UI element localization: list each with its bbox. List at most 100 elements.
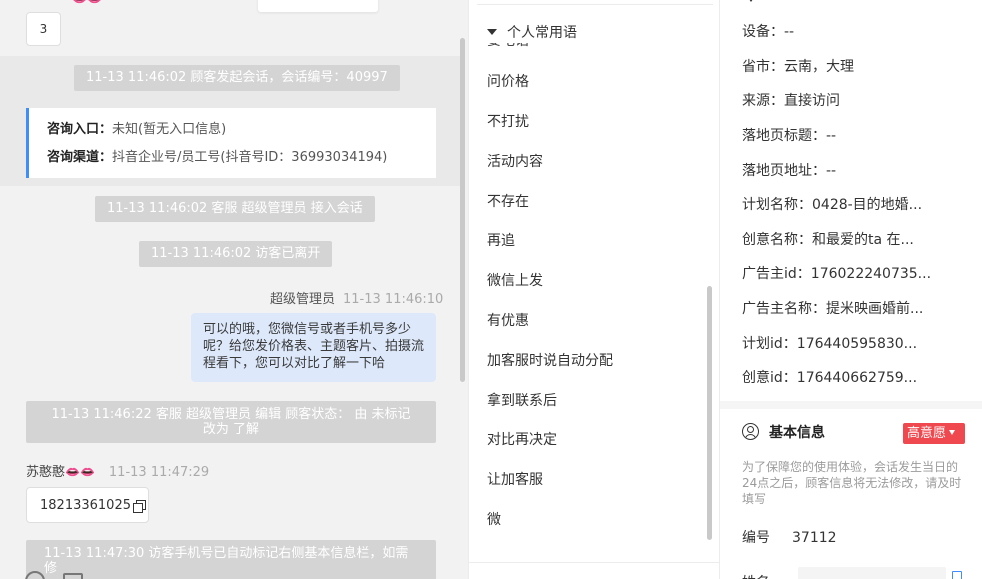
system-message-visitor-left: 11-13 11:46:02 访客已离开 (139, 241, 333, 267)
info-label: 创意id (742, 370, 783, 386)
info-row-device: 设备：-- (742, 22, 794, 42)
customer-id-row: 编号 37112 (742, 528, 837, 548)
visitor-message-meta: 苏憨憨👄👄 11-13 11:47:29 (26, 461, 209, 480)
visitor-message-time: 11-13 11:47:29 (108, 465, 210, 480)
edit-icon[interactable] (952, 571, 962, 579)
consult-entry-label: 咨询入口： (47, 122, 113, 137)
info-value: -- (826, 163, 837, 179)
system-message-agent-join: 11-13 11:46:02 客服 超级管理员 接入会话 (95, 196, 375, 222)
lips-emoji-top: 👄👄 (72, 0, 102, 6)
basic-info-title-text: 基本信息 (769, 425, 825, 441)
info-row-plan-name: 计划名称：0428-目的地婚... (742, 195, 922, 215)
info-label: 计划id (742, 336, 783, 352)
info-colon: ： (782, 370, 797, 386)
info-value: 云南，大理 (784, 59, 854, 75)
phrases-scrollbar[interactable] (707, 286, 712, 540)
info-colon: ： (770, 93, 784, 109)
image-icon[interactable] (63, 573, 83, 579)
agent-message-time: 11-13 11:46:10 (343, 292, 444, 307)
phrase-item[interactable]: 微 (487, 510, 501, 530)
phrase-item[interactable]: 问价格 (487, 72, 529, 92)
consult-entry-row: 咨询入口：未知(暂无入口信息) (47, 120, 418, 148)
info-value: 0428-目的地婚... (812, 197, 923, 213)
phrase-group-toggle[interactable]: 个人常用语 (487, 23, 583, 43)
section-divider (720, 401, 982, 409)
phrase-item[interactable]: 对比再决定 (487, 430, 557, 450)
consult-entry-value: 未知(暂无入口信息) (112, 122, 227, 137)
info-colon: ： (798, 197, 812, 213)
info-row-advertiser-id: 广告主id：176022240735... (742, 264, 931, 284)
phrase-item[interactable]: 再追 (487, 231, 515, 251)
intent-level-label: 高意愿 (907, 426, 947, 441)
name-field-partial[interactable] (798, 567, 946, 579)
info-row-landing-title: 落地页标题：-- (742, 126, 836, 146)
phrase-item[interactable]: 不打扰 (487, 112, 529, 132)
system-message-session-start: 11-13 11:46:02 顾客发起会话，会话编号：40997 (74, 65, 400, 91)
info-label: 落地页标题 (742, 128, 812, 144)
info-colon: ： (812, 301, 826, 317)
chat-panel[interactable]: 👄👄 3 11-13 11:46:02 顾客发起会话，会话编号：40997 咨询… (0, 0, 468, 579)
info-value: -- (784, 24, 795, 40)
customer-info-panel: 设备：-- 省市：云南，大理 来源：直接访问 落地页标题：-- 落地页地址：--… (719, 0, 982, 579)
chat-workspace: 👄👄 3 11-13 11:46:02 顾客发起会话，会话编号：40997 咨询… (0, 0, 982, 579)
info-value: 176440595830... (796, 336, 918, 352)
phrase-item[interactable]: 微信上发 (487, 271, 543, 291)
info-row-source: 来源：直接访问 (742, 91, 840, 111)
agent-name: 超级管理员 (270, 292, 336, 307)
copy-icon[interactable] (132, 499, 146, 513)
info-value: -- (826, 128, 837, 144)
divider (477, 4, 713, 5)
visitor-name: 苏憨憨 (26, 465, 66, 480)
info-row-plan-id: 计划id：176440595830... (742, 334, 917, 354)
consult-info-card: 咨询入口：未知(暂无入口信息) 咨询渠道：抖音企业号/员工号(抖音号ID：369… (26, 108, 436, 178)
info-row-landing-url: 落地页地址：-- (742, 161, 836, 181)
phrase-item[interactable]: 活动内容 (487, 152, 543, 172)
info-label: 计划名称 (742, 197, 798, 213)
customer-id-value: 37112 (792, 530, 837, 546)
info-row-creative-id: 创意id：176440662759... (742, 368, 917, 388)
system-message-status-edit: 11-13 11:46:22 客服 超级管理员 编辑 顾客状态： 由 未标记 改… (26, 401, 436, 443)
info-colon: ： (770, 24, 784, 40)
info-colon: ： (770, 59, 784, 75)
caret-down-icon (747, 0, 755, 2)
info-row-advertiser-name: 广告主名称：提米映画婚前... (742, 299, 923, 319)
customer-id-label: 编号 (742, 530, 770, 546)
lips-emoji: 👄👄 (65, 465, 95, 479)
consult-channel-value: 抖音企业号/员工号(抖音号ID：36993034194) (112, 150, 388, 165)
intent-level-dropdown[interactable]: 高意愿 (903, 423, 965, 444)
consult-channel-label: 咨询渠道： (47, 150, 113, 165)
info-label: 来源 (742, 93, 770, 109)
chat-scrollbar[interactable] (460, 38, 465, 382)
info-colon: ： (798, 232, 812, 248)
info-row-creative-name: 创意名称：和最爱的ta 在... (742, 230, 914, 250)
edit-deadline-notice: 为了保障您的使用体验，会话发生当日的24点之后，顾客信息将无法修改，请及时填写 (742, 460, 962, 506)
visitor-phone-text: 18213361025 (40, 497, 131, 513)
info-colon: ： (782, 336, 797, 352)
consult-channel-row: 咨询渠道：抖音企业号/员工号(抖音号ID：36993034194) (47, 148, 418, 176)
agent-message-meta: 超级管理员 11-13 11:46:10 (270, 288, 443, 307)
info-colon: ： (812, 128, 826, 144)
phrase-item[interactable]: 有优惠 (487, 311, 529, 331)
info-row-province: 省市：云南，大理 (742, 57, 854, 77)
phrase-item[interactable]: 不存在 (487, 192, 529, 212)
system-message-phone-marked: 11-13 11:47:30 访客手机号已自动标记右侧基本信息栏，如需修 (26, 540, 436, 579)
info-value: 提米映画婚前... (826, 301, 924, 317)
basic-info-title: 基本信息 (742, 423, 825, 443)
info-label: 设备 (742, 24, 770, 40)
phrase-item[interactable]: 拿到联系后 (487, 391, 557, 411)
phrase-item[interactable]: 加客服时说自动分配 (487, 351, 613, 371)
phrase-item[interactable]: 让加客服 (487, 470, 543, 490)
info-label: 落地页地址 (742, 163, 812, 179)
info-label: 省市 (742, 59, 770, 75)
info-value: 176022240735... (810, 266, 932, 282)
caret-down-icon (949, 430, 956, 435)
name-label-partial: 姓名 (742, 572, 772, 579)
info-label: 广告主id (742, 266, 797, 282)
agent-message-bubble: 可以的哦，您微信号或者手机号多少呢？给您发价格表、主题客片、拍摄流程看下，您可以… (191, 313, 436, 382)
visitor-phone-bubble: 18213361025 (26, 487, 149, 523)
user-icon (742, 423, 759, 440)
message-bubble-count: 3 (26, 12, 61, 46)
popup-remnant (258, 0, 378, 12)
phrase-group-title: 个人常用语 (507, 25, 577, 41)
caret-down-icon (487, 29, 497, 35)
